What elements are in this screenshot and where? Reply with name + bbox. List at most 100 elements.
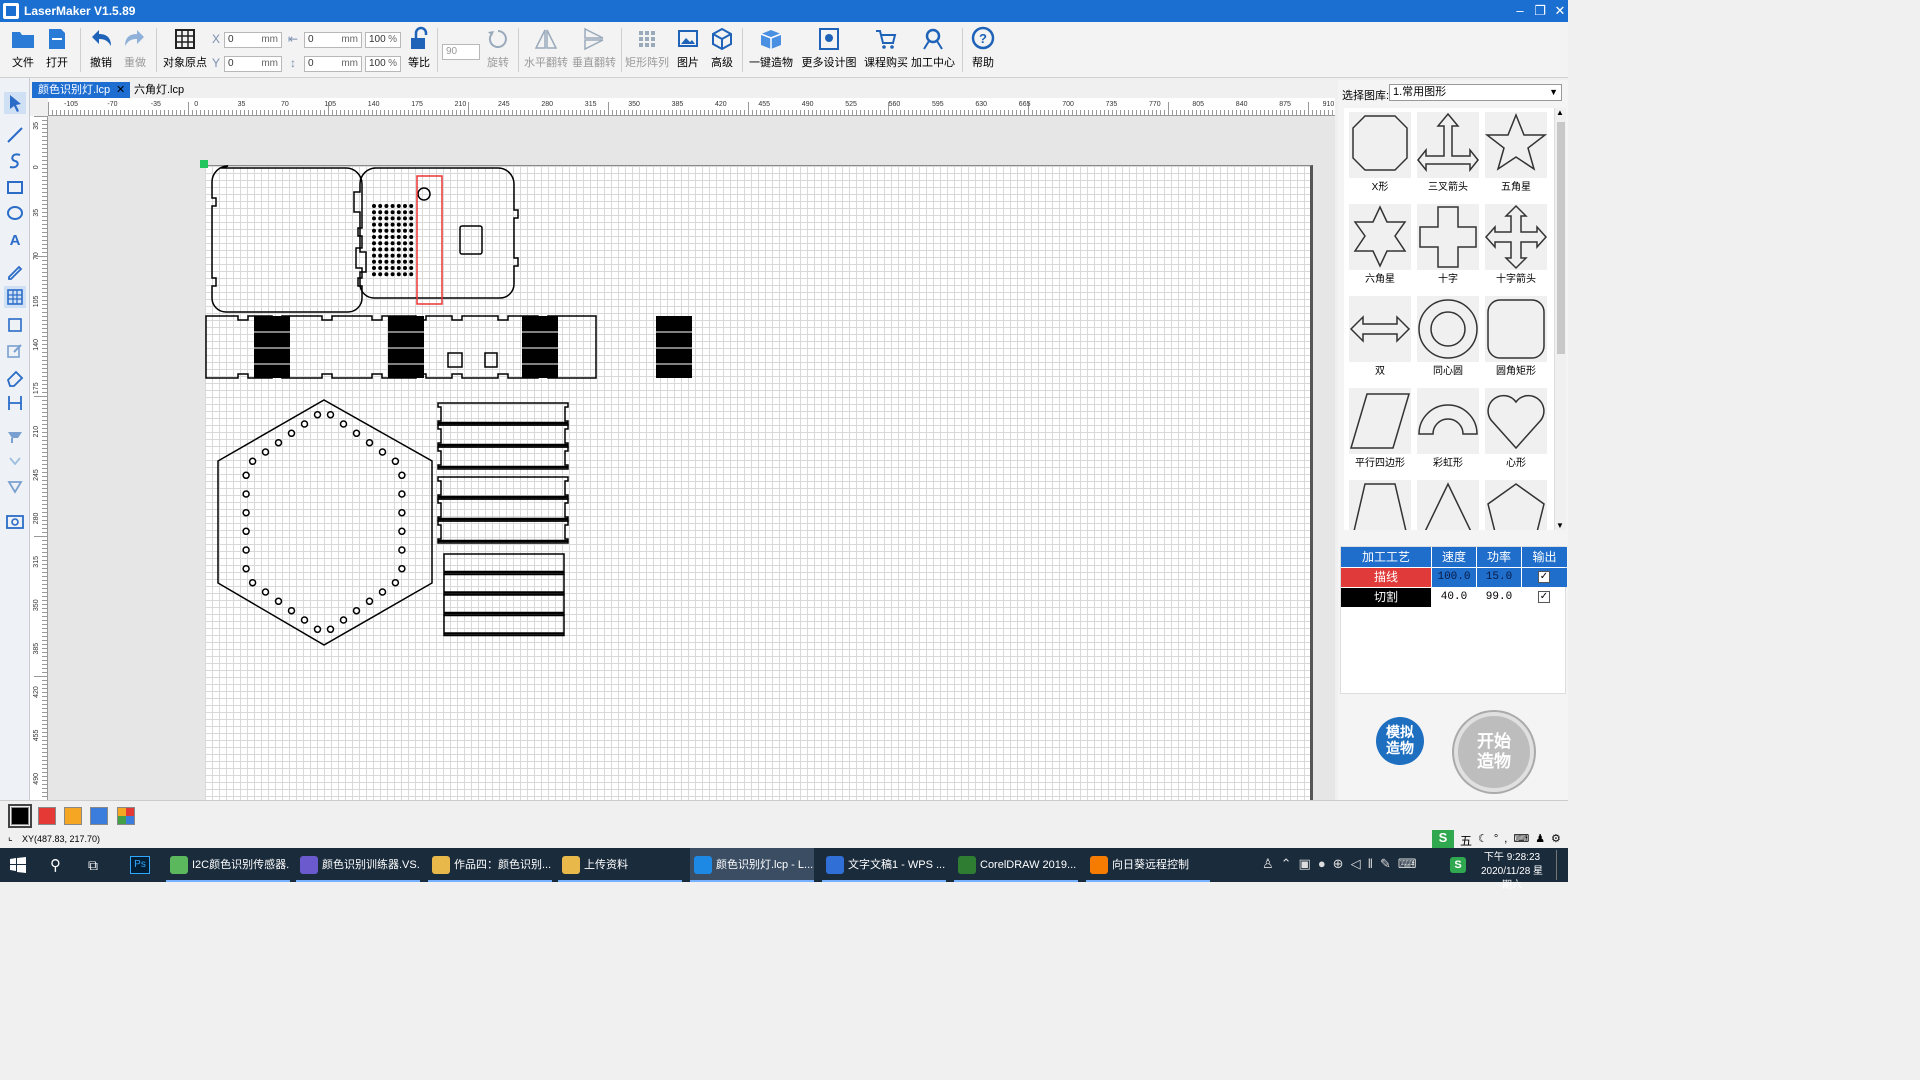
taskbar-item[interactable]: 向日葵远程控制 — [1086, 848, 1210, 882]
taskbar-item[interactable]: CorelDRAW 2019... — [954, 848, 1078, 882]
start-make-button[interactable]: 开始 造物 — [1454, 712, 1534, 792]
file-menu-button[interactable]: 文件 — [8, 26, 38, 76]
slat[interactable] — [437, 424, 569, 448]
slat[interactable] — [437, 498, 569, 522]
lock-ratio-button[interactable]: 等比 — [404, 26, 434, 76]
ime-tray-icon[interactable]: S — [1450, 857, 1466, 873]
shape-item-partial[interactable] — [1414, 478, 1482, 530]
processing-center-button[interactable]: 加工中心 — [910, 26, 956, 76]
shape-item[interactable]: 五角星 — [1482, 110, 1550, 200]
output-checkbox[interactable]: ✓ — [1538, 591, 1550, 603]
vertical-flip-button[interactable]: 垂直翻转 — [570, 26, 618, 76]
minimize-button[interactable]: – — [1510, 2, 1530, 20]
image-button[interactable]: 图片 — [674, 26, 702, 76]
taskbar-item[interactable]: 上传资料 — [558, 848, 682, 882]
curve-tool-icon[interactable] — [4, 150, 26, 172]
box-panel-front[interactable] — [211, 165, 363, 313]
undo-button[interactable]: 撤销 — [86, 26, 116, 76]
taskbar-item[interactable]: 颜色识别训练器.VS... — [296, 848, 420, 882]
ime-logo-icon[interactable]: S — [1432, 830, 1454, 848]
shape-item[interactable]: 双 — [1346, 294, 1414, 384]
weld-tool-icon[interactable] — [4, 450, 26, 472]
rotate-button[interactable]: 旋转 — [484, 26, 512, 76]
restore-button[interactable]: ❐ — [1530, 2, 1550, 20]
photoshop-icon[interactable]: Ps — [130, 856, 150, 874]
close-window-button[interactable]: ✕ — [1550, 2, 1570, 20]
text-tool-icon[interactable]: A — [4, 228, 26, 250]
show-desktop-button[interactable] — [1556, 850, 1560, 880]
eraser-tool-icon[interactable] — [4, 366, 26, 388]
color-swatch-blue[interactable] — [90, 807, 108, 825]
align-tool-icon[interactable] — [4, 392, 26, 414]
slat[interactable] — [437, 476, 569, 500]
layer-tool-icon[interactable] — [4, 314, 26, 336]
horizontal-flip-button[interactable]: 水平翻转 — [522, 26, 570, 76]
x-position-input[interactable]: 0 mm — [224, 32, 282, 48]
width-input[interactable]: 0 mm — [304, 32, 362, 48]
open-button[interactable]: 打开 — [42, 26, 72, 76]
rectangle-tool-icon[interactable] — [4, 176, 26, 198]
scale-height-input[interactable]: 100% — [365, 56, 401, 72]
buy-courses-button[interactable]: 课程购买 — [864, 26, 908, 76]
slat[interactable] — [437, 520, 569, 544]
shape-item[interactable]: 十字箭头 — [1482, 202, 1550, 292]
shape-item[interactable]: X形 — [1346, 110, 1414, 200]
help-button[interactable]: ? 帮助 — [968, 26, 998, 76]
taskbar-item[interactable]: 颜色识别灯.lcp - L... — [690, 848, 814, 882]
system-tray-icons[interactable]: ♙⌃▣●⊕◁ǁ✎⌨ — [1262, 856, 1424, 872]
trim-tool-icon[interactable] — [4, 476, 26, 498]
color-swatch-multicolor[interactable] — [117, 807, 135, 825]
object-origin-button[interactable]: 对象原点 — [162, 26, 208, 76]
one-click-make-button[interactable]: 一键造物 — [748, 26, 794, 76]
taskbar-item[interactable]: 文字文稿1 - WPS ... — [822, 848, 946, 882]
design-drawing[interactable] — [48, 116, 1335, 800]
taskbar-item[interactable]: I2C颜色识别传感器... — [166, 848, 290, 882]
shape-item[interactable]: 同心圆 — [1414, 294, 1482, 384]
library-select[interactable]: 1.常用图形 ▼ — [1389, 84, 1562, 101]
clock[interactable]: 下午 9:28:23 2020/11/28 星期六 — [1476, 851, 1548, 893]
height-input[interactable]: 0 mm — [304, 56, 362, 72]
shape-item[interactable]: 心形 — [1482, 386, 1550, 476]
scroll-up-icon[interactable]: ▲ — [1556, 108, 1564, 117]
camera-tool-icon[interactable] — [4, 510, 26, 532]
shape-item-partial[interactable] — [1482, 478, 1550, 530]
shape-item[interactable]: 六角星 — [1346, 202, 1414, 292]
windows-start-icon[interactable] — [10, 857, 26, 873]
scroll-thumb[interactable] — [1557, 122, 1565, 354]
output-checkbox[interactable]: ✓ — [1538, 571, 1550, 583]
hexagon-lamp-panel[interactable] — [217, 399, 433, 646]
line-tool-icon[interactable] — [4, 124, 26, 146]
slat-pieces[interactable] — [437, 402, 569, 637]
taskbar-item[interactable]: 作品四：颜色识别... — [428, 848, 552, 882]
finger-joint-strip[interactable] — [205, 315, 692, 379]
origin-marker[interactable] — [200, 160, 208, 168]
simulate-button[interactable]: 模拟 造物 — [1376, 717, 1424, 765]
scale-width-input[interactable]: 100% — [365, 32, 401, 48]
fill-tool-icon[interactable] — [4, 424, 26, 446]
shape-item[interactable]: 平行四边形 — [1346, 386, 1414, 476]
more-designs-button[interactable]: 更多设计图 — [801, 26, 857, 76]
slat[interactable] — [437, 446, 569, 470]
design-canvas[interactable] — [48, 116, 1335, 800]
shape-item[interactable]: 圆角矩形 — [1482, 294, 1550, 384]
select-tool-icon[interactable] — [4, 92, 26, 114]
color-swatch-red[interactable] — [38, 807, 56, 825]
shape-item-partial[interactable] — [1346, 478, 1414, 530]
scroll-down-icon[interactable]: ▼ — [1556, 521, 1564, 530]
shape-library-scrollbar[interactable]: ▲ ▼ — [1554, 108, 1566, 530]
y-position-input[interactable]: 0 mm — [224, 56, 282, 72]
redo-button[interactable]: 重做 — [120, 26, 150, 76]
edit-tool-icon[interactable] — [4, 340, 26, 362]
pen-tool-icon[interactable] — [4, 260, 26, 282]
advanced-button[interactable]: 高级 — [708, 26, 736, 76]
grid-table-tool-icon[interactable] — [4, 286, 26, 308]
ime-mode[interactable]: 五 — [1460, 832, 1472, 849]
tab-document-2[interactable]: 六角灯.lcp — [128, 82, 190, 98]
ellipse-tool-icon[interactable] — [4, 202, 26, 224]
angle-input[interactable]: 90 — [442, 44, 480, 60]
shape-item[interactable]: 彩虹形 — [1414, 386, 1482, 476]
close-tab-icon[interactable]: ✕ — [116, 83, 125, 96]
search-icon[interactable]: ⚲ — [50, 856, 61, 874]
slat[interactable] — [437, 402, 569, 426]
shape-item[interactable]: 十字 — [1414, 202, 1482, 292]
